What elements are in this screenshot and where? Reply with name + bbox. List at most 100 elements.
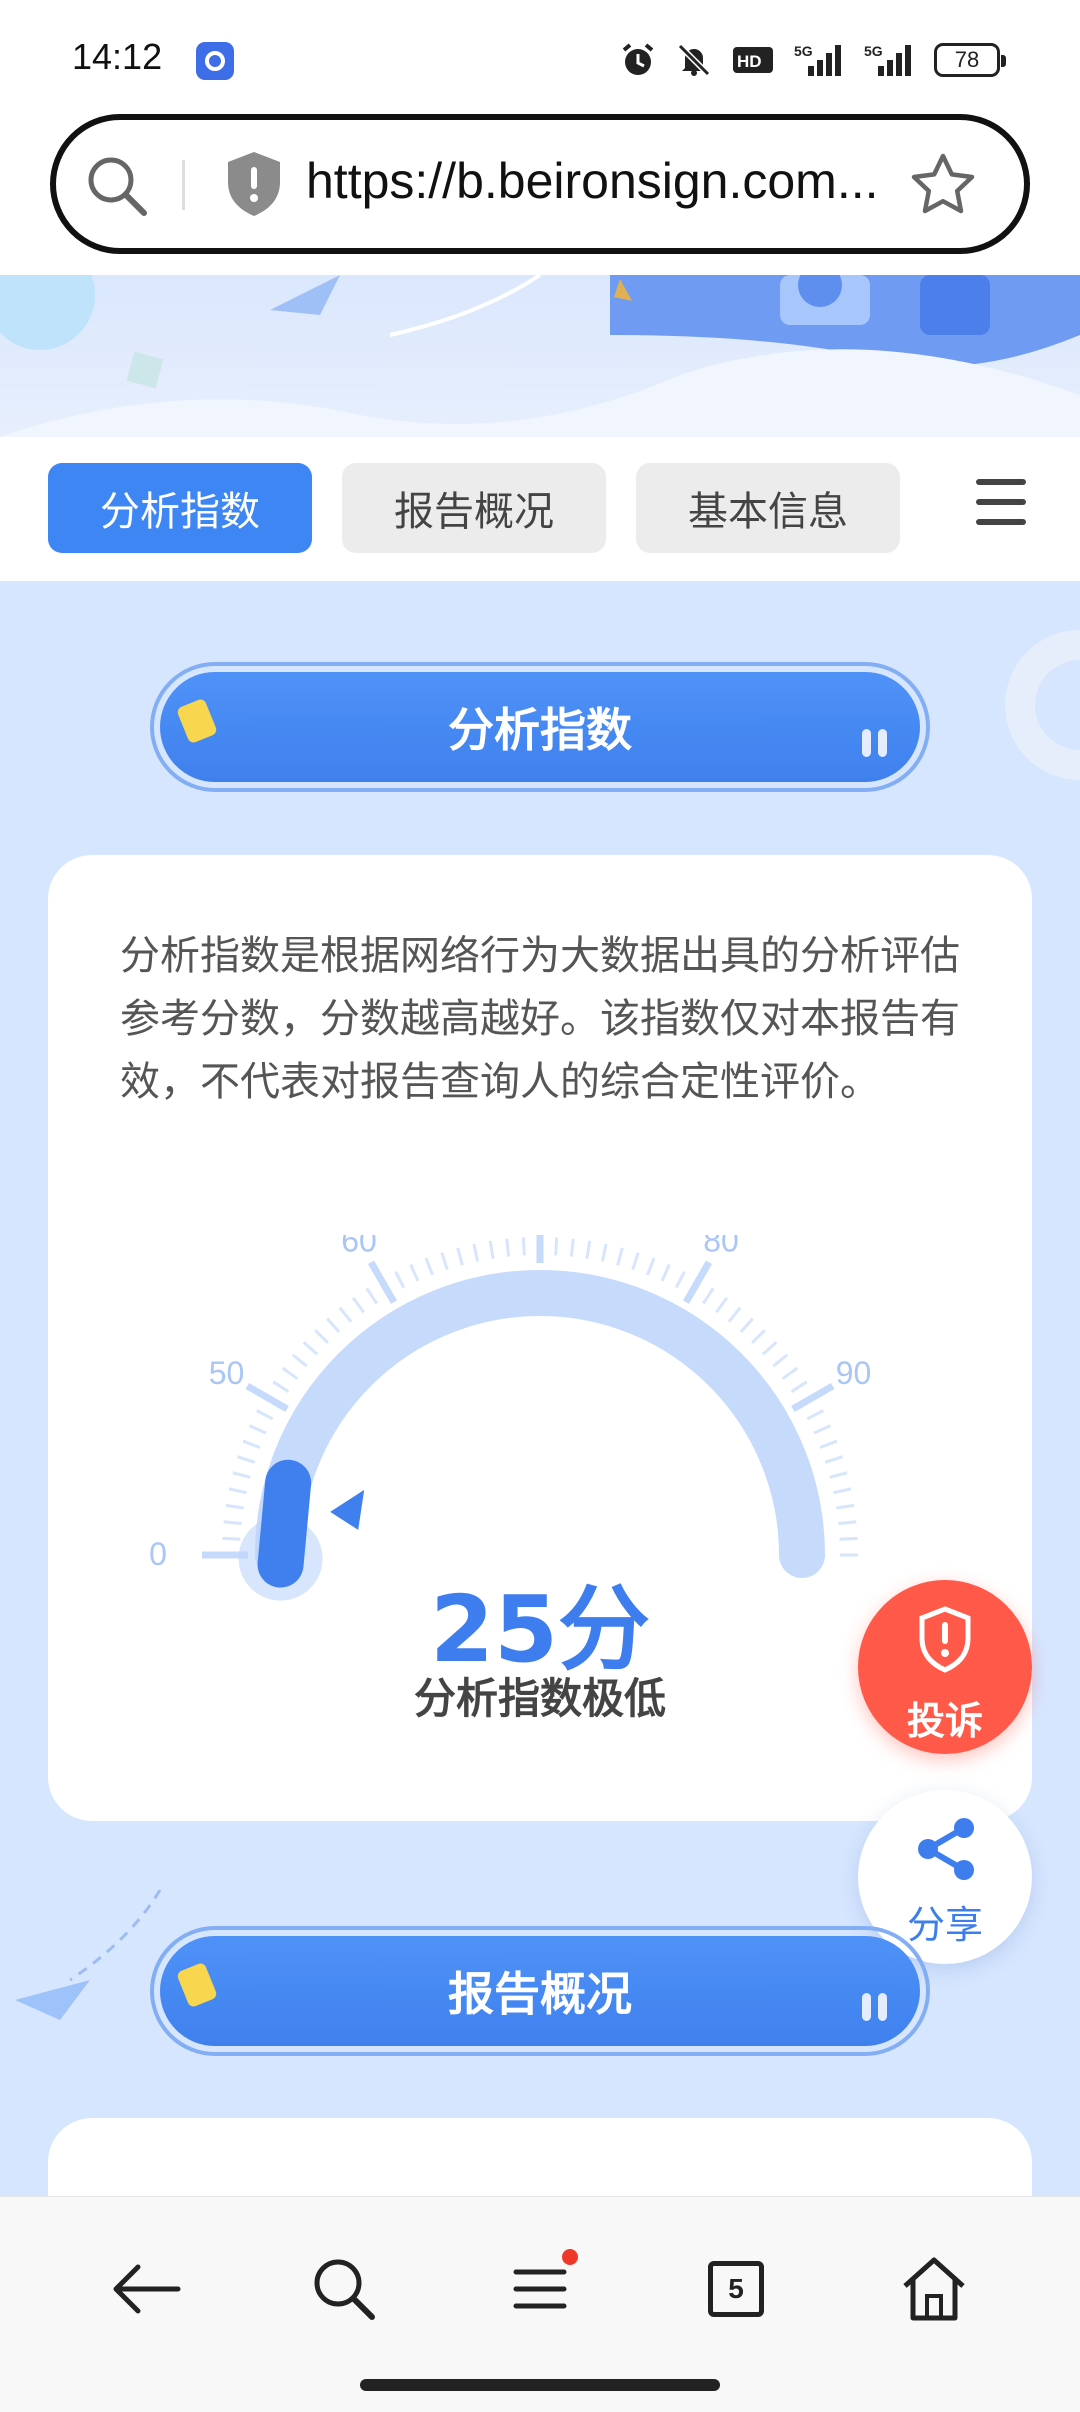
home-icon [903, 2257, 965, 2321]
search-icon[interactable] [84, 153, 150, 219]
search-button[interactable] [304, 2249, 384, 2329]
gauge-minor-tick [600, 1243, 608, 1262]
home-button[interactable] [894, 2249, 974, 2329]
gauge-minor-tick [781, 1366, 799, 1380]
back-button[interactable] [106, 2249, 186, 2329]
banner-illustration [0, 275, 1080, 437]
gauge-tick-label: 60 [341, 1235, 377, 1258]
gauge-minor-tick [824, 1455, 843, 1464]
gauge-tick-label: 80 [703, 1235, 739, 1258]
gauge-minor-tick [424, 1257, 434, 1276]
gauge-minor-tick [237, 1455, 256, 1464]
star-icon[interactable] [908, 150, 978, 220]
pause-icon [862, 1978, 894, 2021]
section-header-report: 报告概况 [150, 1926, 930, 2056]
gauge-minor-tick [646, 1257, 656, 1276]
gauge-minor-tick [839, 1536, 858, 1541]
address-bar[interactable]: https://b.beironsign.com... [50, 114, 1030, 254]
section-header-analysis: 分析指数 [150, 662, 930, 792]
complaint-label: 投诉 [906, 1699, 983, 1743]
gauge-minor-tick [739, 1317, 754, 1334]
gauge-minor-tick [228, 1487, 247, 1495]
battery-level: 78 [954, 47, 980, 72]
complaint-shield-icon [919, 1606, 971, 1673]
gauge-major-tick [682, 1260, 713, 1304]
tab-analysis-index[interactable]: 分析指数 [48, 463, 312, 553]
gauge-minor-tick [813, 1424, 832, 1435]
tabs-button[interactable]: 5 [696, 2249, 776, 2329]
gauge-minor-tick [838, 1520, 857, 1526]
gauge-minor-tick [472, 1243, 480, 1262]
home-indicator [360, 2379, 720, 2391]
gauge-minor-tick [569, 1238, 575, 1257]
gauge-minor-tick [314, 1329, 329, 1344]
gauge-minor-tick [248, 1424, 267, 1435]
gauge-major-tick [367, 1260, 398, 1304]
gauge-minor-tick [505, 1238, 511, 1257]
gauge-minor-tick [790, 1380, 808, 1393]
gauge-minor-tick [819, 1439, 838, 1449]
mute-bell-icon [677, 43, 711, 77]
signal-5g-icon: 5G [864, 43, 911, 76]
gauge-minor-tick [660, 1263, 671, 1282]
decorative-ring [1005, 630, 1080, 780]
pencil-icon [175, 1961, 219, 2009]
gauge-minor-tick [488, 1240, 495, 1259]
complaint-button[interactable]: 投诉 [858, 1580, 1032, 1754]
menu-button[interactable] [500, 2249, 580, 2329]
battery-icon: 78 [934, 43, 1006, 77]
tab-count: 5 [728, 2273, 744, 2304]
shield-icon[interactable] [224, 150, 284, 218]
section-nav: 分析指数 报告概况 基本信息 [0, 437, 1080, 581]
gauge-minor-tick [291, 1353, 308, 1368]
gauge-minor-tick [326, 1317, 341, 1334]
gauge-minor-tick [338, 1306, 353, 1323]
gauge-minor-tick [365, 1287, 378, 1305]
tab-report-overview[interactable]: 报告概况 [342, 463, 606, 553]
gauge-minor-tick [585, 1240, 592, 1259]
gauge-minor-tick [554, 1237, 559, 1256]
gauge-minor-tick [702, 1287, 715, 1305]
gauge-minor-tick [302, 1341, 319, 1356]
gauge-minor-tick [409, 1263, 420, 1282]
gauge-minor-tick [761, 1341, 778, 1356]
status-icons: HD 5G 5G 78 [620, 40, 1006, 80]
tab-basic-info[interactable]: 基本信息 [636, 463, 900, 553]
pause-icon [862, 714, 894, 757]
browser-toolbar: https://b.beironsign.com... [0, 110, 1080, 275]
gauge-minor-tick [225, 1503, 244, 1510]
hd-icon: HD [733, 47, 773, 73]
app-icon [196, 42, 234, 80]
gauge-minor-tick [616, 1247, 624, 1266]
gauge-minor-tick [715, 1296, 729, 1314]
gauge-major-tick [791, 1382, 835, 1413]
gauge-minor-tick [806, 1409, 825, 1421]
browser-bottom-nav: 5 [0, 2196, 1080, 2412]
tabs-icon: 5 [708, 2261, 764, 2317]
gauge-minor-tick [833, 1487, 852, 1495]
gauge-minor-tick [394, 1270, 406, 1289]
gauge-minor-tick [440, 1252, 449, 1271]
back-arrow-icon [113, 2264, 181, 2314]
search-icon [314, 2259, 375, 2320]
gauge-indicator [257, 1459, 312, 1588]
svg-text:5G: 5G [864, 43, 883, 59]
hamburger-menu-icon[interactable] [976, 479, 1026, 525]
gauge-minor-tick [631, 1252, 640, 1271]
gauge-minor-tick [351, 1296, 365, 1314]
divider [182, 160, 185, 210]
url-text[interactable]: https://b.beironsign.com... [306, 152, 936, 210]
gauge-major-tick [245, 1382, 289, 1413]
gauge-minor-tick [272, 1380, 290, 1393]
gauge-minor-tick [232, 1471, 251, 1479]
menu-icon [513, 2269, 567, 2309]
gauge-minor-tick [281, 1366, 299, 1380]
gauge-minor-tick [242, 1439, 261, 1449]
section-title: 分析指数 [448, 703, 632, 757]
gauge-minor-tick [751, 1329, 766, 1344]
decorative-plane [15, 1889, 162, 2020]
gauge-minor-tick [222, 1536, 241, 1541]
gauge-minor-tick [674, 1270, 686, 1289]
pencil-icon [175, 697, 219, 745]
share-icon [918, 1818, 974, 1880]
